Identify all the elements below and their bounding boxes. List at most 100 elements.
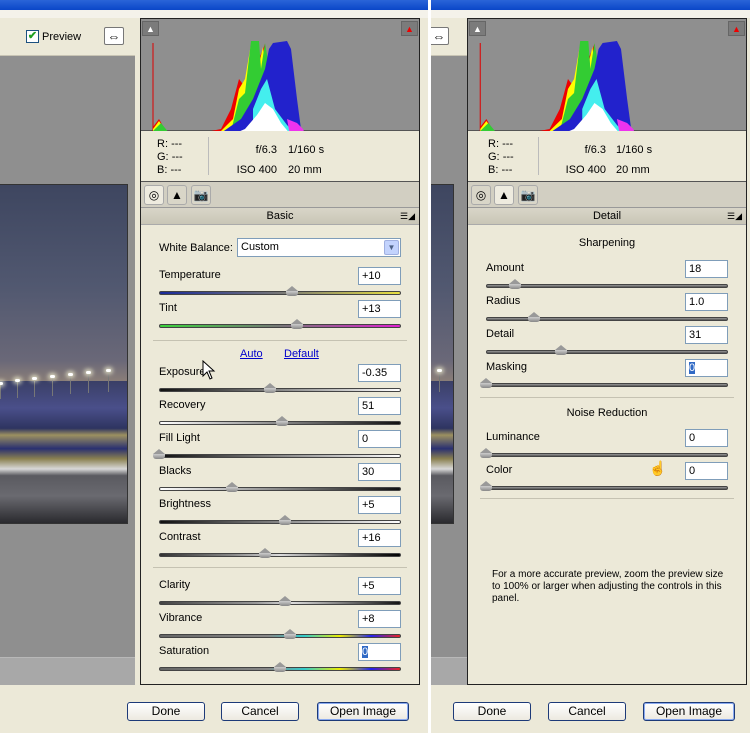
slider-row-luminance: Luminance 0 (480, 429, 728, 459)
tab-basic[interactable]: ◎ (144, 185, 164, 205)
slider-value-input[interactable]: +16 (358, 529, 401, 547)
swap-horizontal-icon[interactable]: ⇔ (431, 27, 449, 45)
slider-value-input[interactable]: +5 (358, 496, 401, 514)
slider-row-detail: Detail 31 (486, 326, 728, 356)
slider-thumb[interactable] (278, 596, 291, 606)
image-preview-area[interactable]: ✔ Preview ⇔ (0, 18, 135, 685)
slider-value-text: +5 (362, 499, 375, 511)
slider-thumb[interactable] (225, 482, 238, 492)
slider-value-input[interactable]: 51 (358, 397, 401, 415)
histogram-graph (152, 41, 304, 131)
check-icon[interactable]: ✔ (26, 30, 39, 43)
tab-camera-calibration[interactable]: 📷 (191, 185, 211, 205)
preview-toolbar: ⇔ (431, 18, 467, 56)
slider-row-vibrance: Vibrance +8 (159, 610, 401, 640)
slider-thumb[interactable] (274, 662, 286, 672)
r-value: --- (502, 138, 514, 150)
focal-length: 20 mm (288, 164, 322, 176)
slider-thumb[interactable] (278, 515, 291, 525)
slider-value-input[interactable]: 0 (358, 430, 401, 448)
slider-thumb[interactable] (286, 286, 299, 296)
b-label: B: (488, 164, 499, 176)
done-button[interactable]: Done (127, 702, 205, 721)
slider-track[interactable] (159, 324, 401, 328)
panel-tabs: ◎ ▲ 📷 (468, 181, 746, 207)
slider-value-input[interactable]: +13 (358, 300, 401, 318)
slider-thumb[interactable] (153, 449, 165, 459)
auto-link[interactable]: Auto (240, 348, 263, 360)
g-value: --- (171, 151, 183, 163)
tab-tone-curve[interactable]: ▲ (167, 185, 187, 205)
slider-track[interactable] (159, 454, 401, 458)
slider-track[interactable] (159, 553, 401, 557)
rgb-readout: R: --- G: --- B: --- (488, 138, 514, 177)
slider-track[interactable] (486, 383, 728, 387)
slider-track[interactable] (159, 634, 401, 638)
preview-checkbox[interactable]: ✔ Preview (26, 30, 81, 43)
slider-value-input[interactable]: 31 (685, 326, 728, 344)
rgb-readout: R: --- G: --- B: --- (157, 138, 183, 177)
slider-track[interactable] (486, 350, 728, 354)
cancel-button[interactable]: Cancel (221, 702, 299, 721)
tab-basic[interactable]: ◎ (471, 185, 491, 205)
open-image-button[interactable]: Open Image (643, 702, 735, 721)
open-image-button[interactable]: Open Image (317, 702, 409, 721)
r-label: R: (488, 138, 499, 150)
iso: ISO 400 (565, 164, 606, 176)
slider-thumb[interactable] (528, 312, 541, 322)
slider-track[interactable] (159, 388, 401, 392)
slider-value-input[interactable]: +5 (358, 577, 401, 595)
done-button[interactable]: Done (453, 702, 531, 721)
panel-menu-icon[interactable]: ☰◢ (727, 208, 742, 224)
slider-value-input[interactable]: +10 (358, 267, 401, 285)
slider-value-input[interactable]: 0 (685, 462, 728, 480)
aperture-icon: ◎ (148, 188, 160, 202)
slider-track[interactable] (486, 284, 728, 288)
slider-thumb[interactable] (480, 481, 492, 491)
slider-label: Temperature (159, 269, 221, 281)
slider-thumb[interactable] (509, 279, 522, 289)
settings-panel: ▲ ▲ R: --- G: --- B: --- f/6.3 ISO 400 1… (140, 18, 420, 685)
slider-row-contrast: Contrast +16 (159, 529, 401, 559)
tab-detail[interactable]: ▲ (494, 185, 514, 205)
slider-track[interactable] (486, 317, 728, 321)
slider-label: Fill Light (159, 432, 200, 444)
slider-value-input[interactable]: 0 (358, 643, 401, 661)
preview-status-bar (0, 657, 135, 685)
shutter-speed: 1/160 s (616, 144, 653, 156)
settings-panel: ▲ ▲ R: --- G: --- B: --- f/6.3 ISO 400 1… (467, 18, 747, 685)
image-preview-area[interactable]: ⇔ (431, 18, 467, 685)
slider-row-amount: Amount 18 (486, 260, 728, 290)
slider-row-brightness: Brightness +5 (159, 496, 401, 526)
slider-thumb[interactable] (276, 416, 289, 426)
slider-value-input[interactable]: 30 (358, 463, 401, 481)
slider-thumb[interactable] (264, 383, 277, 393)
slider-value-text: +16 (362, 532, 381, 544)
slider-thumb[interactable] (283, 629, 296, 639)
slider-thumb[interactable] (259, 548, 272, 558)
slider-thumb[interactable] (555, 345, 568, 355)
slider-thumb[interactable] (480, 378, 492, 388)
chevron-down-icon[interactable]: ▼ (384, 240, 399, 255)
focal-length: 20 mm (616, 164, 650, 176)
default-link[interactable]: Default (284, 348, 319, 360)
slider-value-input[interactable]: 1.0 (685, 293, 728, 311)
slider-value-input[interactable]: 0 (685, 429, 728, 447)
slider-thumb[interactable] (290, 319, 303, 329)
slider-thumb[interactable] (480, 448, 492, 458)
slider-value-input[interactable]: -0.35 (358, 364, 401, 382)
slider-track[interactable] (159, 487, 401, 491)
shutter-speed: 1/160 s (288, 144, 325, 156)
slider-track[interactable] (486, 486, 728, 490)
slider-label: Brightness (159, 498, 211, 510)
cancel-button[interactable]: Cancel (548, 702, 626, 721)
swap-horizontal-icon[interactable]: ⇔ (104, 27, 124, 45)
slider-track[interactable] (159, 291, 401, 295)
slider-track[interactable] (486, 453, 728, 457)
tab-camera-calibration[interactable]: 📷 (518, 185, 538, 205)
slider-value-input[interactable]: 0 (685, 359, 728, 377)
slider-value-input[interactable]: +8 (358, 610, 401, 628)
white-balance-select[interactable]: Custom ▼ (237, 238, 401, 257)
slider-value-input[interactable]: 18 (685, 260, 728, 278)
panel-menu-icon[interactable]: ☰◢ (400, 208, 415, 224)
